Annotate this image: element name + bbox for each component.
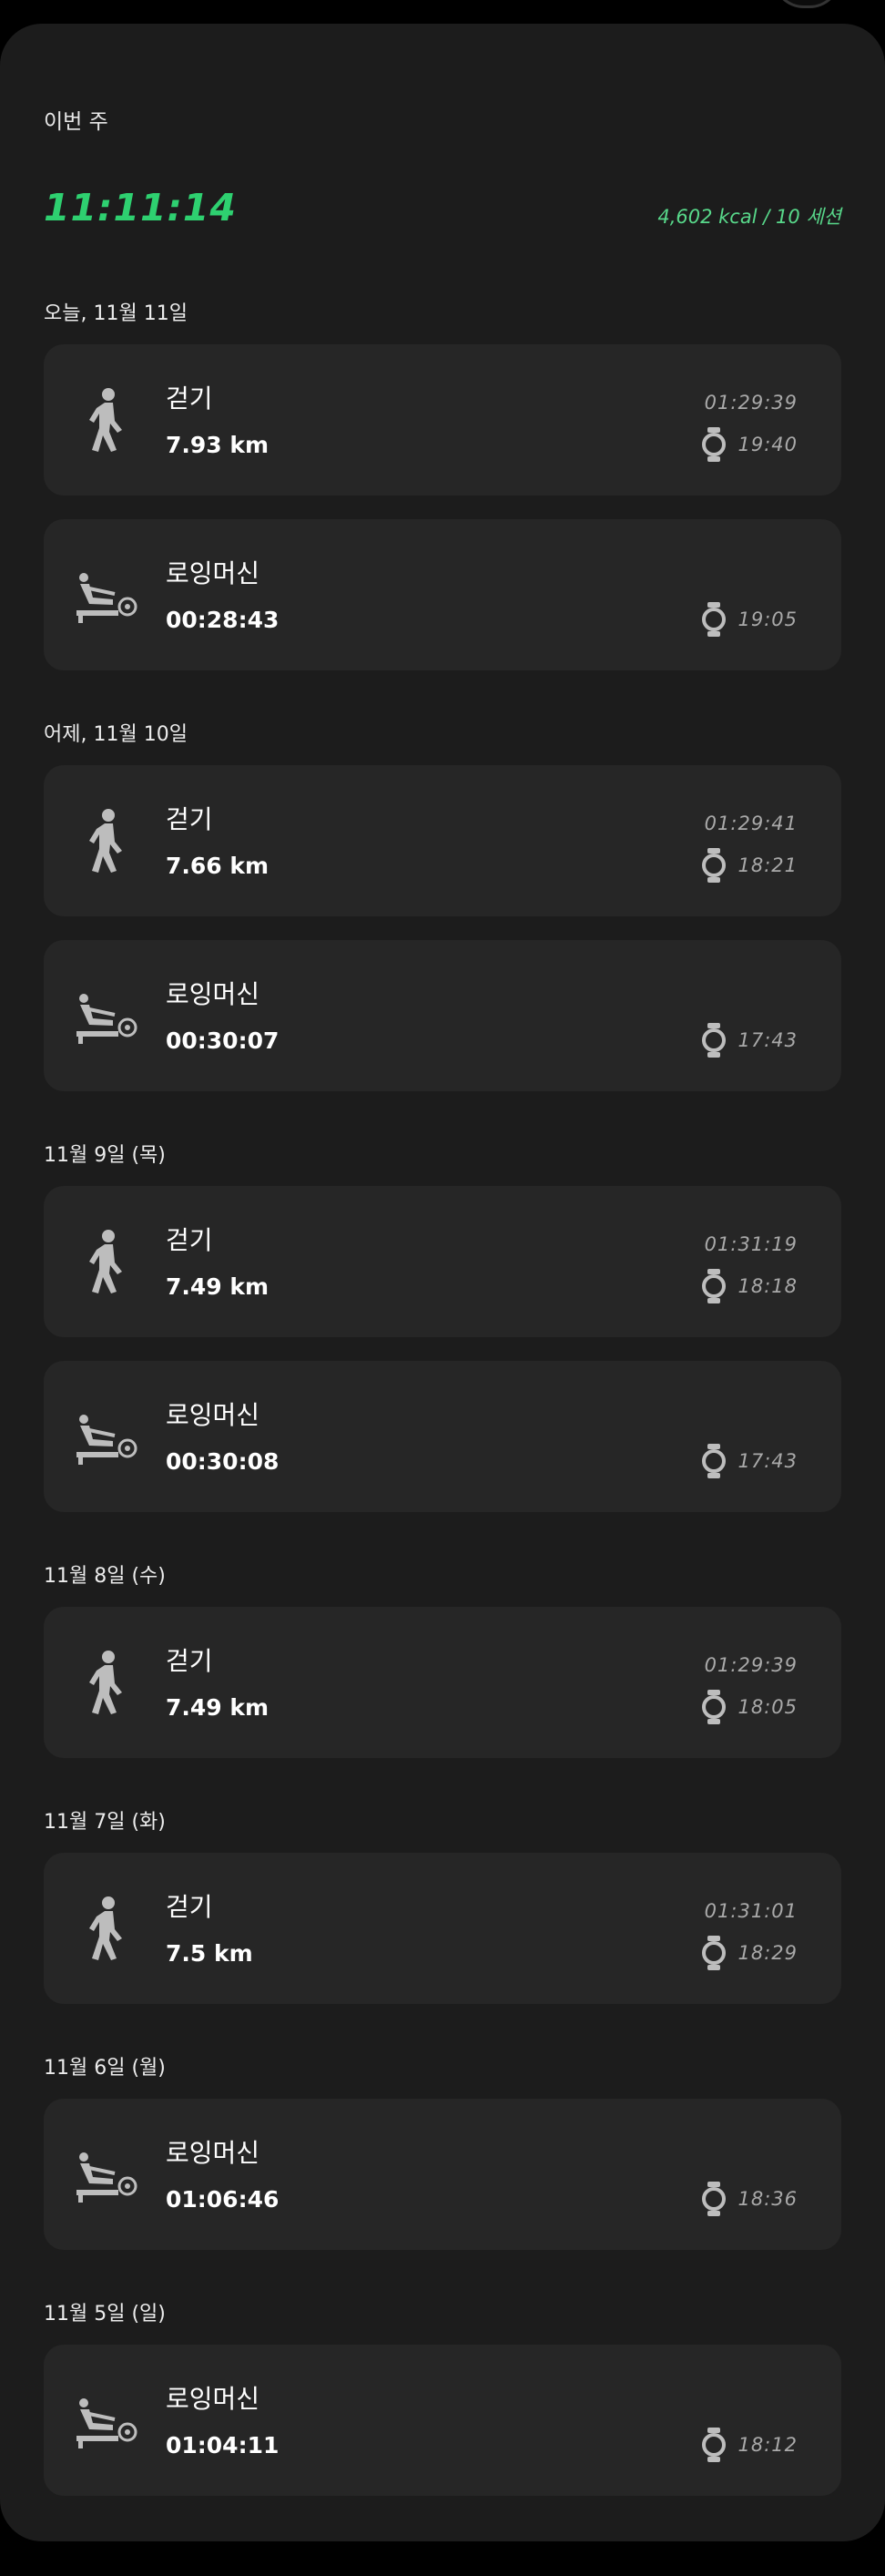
workout-card[interactable]: 로잉머신 00:28:43 19:05 <box>44 519 841 670</box>
watch-icon <box>702 1444 726 1478</box>
workout-name: 걷기 <box>166 1646 213 1676</box>
walking-icon <box>89 1651 122 1714</box>
workout-value: 7.93 km <box>166 432 270 458</box>
workout-value: 00:28:43 <box>166 607 280 633</box>
workout-duration: 01:29:39 <box>704 1654 798 1676</box>
workout-card[interactable]: 로잉머신 01:06:46 18:36 <box>44 2099 841 2250</box>
workout-value: 7.49 km <box>166 1694 270 1721</box>
workout-start-time: 18:05 <box>738 1696 798 1718</box>
profile-avatar[interactable] <box>772 0 841 8</box>
workout-card[interactable]: 로잉머신 00:30:07 17:43 <box>44 940 841 1091</box>
date-header: 오늘, 11월 11일 <box>44 302 188 325</box>
workout-duration: 01:31:19 <box>704 1233 798 1255</box>
workout-name: 걷기 <box>166 804 213 834</box>
total-exercise-time: 11:11:14 <box>44 186 237 230</box>
workout-duration: 01:29:39 <box>704 392 798 414</box>
workout-start-time: 18:12 <box>738 2434 798 2456</box>
workout-start-time: 19:05 <box>738 608 798 630</box>
workout-value: 7.49 km <box>166 1273 270 1300</box>
walking-icon <box>89 809 122 873</box>
workout-name: 걷기 <box>166 383 213 414</box>
walking-icon <box>89 388 122 452</box>
watch-icon <box>702 848 726 883</box>
date-header: 11월 6일 (월) <box>44 2057 166 2080</box>
workout-name: 로잉머신 <box>166 979 260 1009</box>
workout-name: 로잉머신 <box>166 2138 260 2168</box>
watch-icon <box>702 1269 726 1303</box>
workout-start-time: 17:43 <box>738 1450 798 1472</box>
workout-name: 로잉머신 <box>166 558 260 588</box>
workout-card[interactable]: 로잉머신 01:04:11 18:12 <box>44 2345 841 2496</box>
workout-card[interactable]: 걷기 7.93 km 01:29:39 19:40 <box>44 344 841 496</box>
workout-value: 00:30:08 <box>166 1448 280 1475</box>
workout-value: 7.5 km <box>166 1940 253 1967</box>
walking-icon <box>89 1230 122 1293</box>
date-header: 11월 9일 (목) <box>44 1144 166 1167</box>
watch-icon <box>702 1936 726 1970</box>
walking-icon <box>89 1896 122 1960</box>
workout-start-time: 18:21 <box>738 854 798 876</box>
workout-card[interactable]: 로잉머신 00:30:08 17:43 <box>44 1361 841 1512</box>
workout-name: 로잉머신 <box>166 1400 260 1430</box>
weekly-summary: 4,602 kcal / 10 세션 <box>657 206 841 228</box>
workout-start-time: 18:18 <box>738 1275 798 1297</box>
workout-value: 00:30:07 <box>166 1027 280 1054</box>
watch-icon <box>702 1023 726 1058</box>
workout-start-time: 17:43 <box>738 1029 798 1051</box>
rowing-machine-icon <box>76 994 137 1044</box>
workout-name: 로잉머신 <box>166 2384 260 2414</box>
rowing-machine-icon <box>76 2152 137 2203</box>
workout-start-time: 18:29 <box>738 1942 798 1964</box>
workout-start-time: 19:40 <box>738 434 798 455</box>
workout-name: 걷기 <box>166 1225 213 1255</box>
workout-start-time: 18:36 <box>738 2188 798 2210</box>
watch-icon <box>702 2182 726 2216</box>
workout-card[interactable]: 걷기 7.49 km 01:29:39 18:05 <box>44 1607 841 1758</box>
rowing-machine-icon <box>76 1415 137 1465</box>
date-header: 11월 5일 (일) <box>44 2303 166 2326</box>
watch-icon <box>702 2428 726 2462</box>
workout-duration: 01:29:41 <box>704 813 798 834</box>
week-label: 이번 주 <box>44 110 108 134</box>
workout-name: 걷기 <box>166 1892 213 1922</box>
workout-value: 01:06:46 <box>166 2186 280 2213</box>
watch-icon <box>702 1690 726 1724</box>
workout-card[interactable]: 걷기 7.66 km 01:29:41 18:21 <box>44 765 841 916</box>
watch-icon <box>702 602 726 637</box>
workout-card[interactable]: 걷기 7.49 km 01:31:19 18:18 <box>44 1186 841 1337</box>
rowing-machine-icon <box>76 2398 137 2448</box>
date-header: 11월 8일 (수) <box>44 1565 166 1588</box>
workout-card[interactable]: 걷기 7.5 km 01:31:01 18:29 <box>44 1853 841 2004</box>
workout-value: 7.66 km <box>166 853 270 879</box>
workout-duration: 01:31:01 <box>704 1900 798 1922</box>
workout-value: 01:04:11 <box>166 2432 280 2458</box>
watch-icon <box>702 427 726 462</box>
date-header: 어제, 11월 10일 <box>44 723 188 746</box>
weekly-exercise-panel: 이번 주 11:11:14 4,602 kcal / 10 세션 오늘, 11월… <box>0 24 885 2541</box>
date-header: 11월 7일 (화) <box>44 1811 166 1834</box>
rowing-machine-icon <box>76 573 137 623</box>
